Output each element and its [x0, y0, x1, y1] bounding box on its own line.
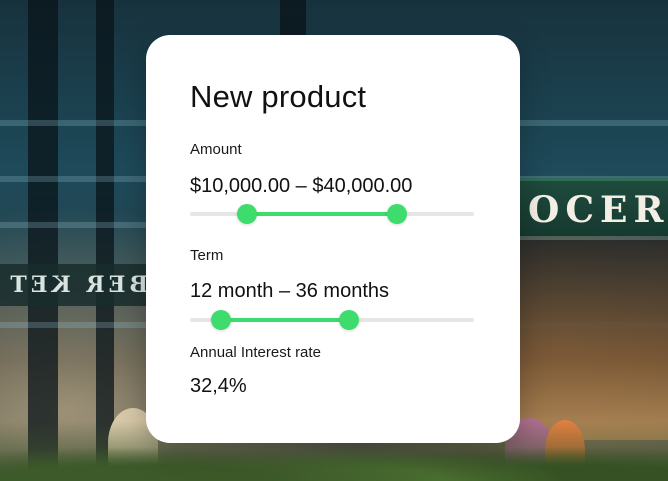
product-card: New product Amount $10,000.00 – $40,000.… — [146, 35, 520, 443]
amount-slider-fill — [246, 212, 398, 216]
term-slider-max-handle[interactable] — [339, 310, 360, 330]
card-title: New product — [190, 79, 367, 114]
interest-rate-section: Annual Interest rate 32,4% — [190, 344, 321, 398]
shop-window — [520, 240, 668, 440]
interest-rate-label: Annual Interest rate — [190, 344, 321, 361]
term-slider-fill — [221, 318, 350, 322]
amount-range-slider[interactable] — [190, 204, 474, 224]
storefront-sign-reflection: BER KET — [0, 264, 148, 306]
amount-value: $10,000.00 – $40,000.00 — [190, 175, 413, 197]
interest-rate-value: 32,4% — [190, 375, 247, 397]
amount-label: Amount — [190, 141, 242, 158]
amount-slider-min-handle[interactable] — [236, 204, 257, 224]
storefront-sign: OCER — [520, 178, 668, 236]
term-label: Term — [190, 247, 224, 264]
term-range-slider[interactable] — [190, 310, 474, 330]
amount-section: Amount $10,000.00 – $40,000.00 — [190, 141, 474, 224]
term-section: Term 12 month – 36 months — [190, 247, 474, 330]
term-slider-min-handle[interactable] — [211, 310, 232, 330]
amount-slider-max-handle[interactable] — [387, 204, 408, 224]
term-value: 12 month – 36 months — [190, 280, 390, 302]
